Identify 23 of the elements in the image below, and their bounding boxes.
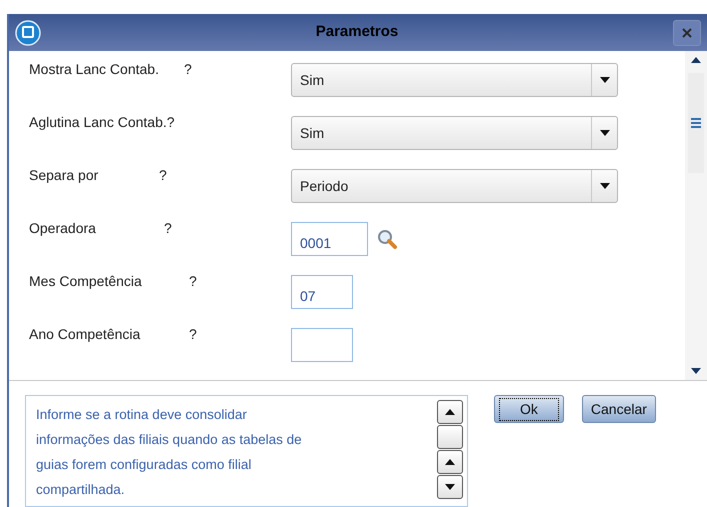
help-mark: ? <box>189 272 197 292</box>
help-mark: ? <box>159 166 167 186</box>
dropdown[interactable]: Sim <box>291 63 618 98</box>
window-title: Parametros <box>314 22 400 42</box>
dropdown[interactable]: Periodo <box>291 169 618 204</box>
help-text: Informe se a rotina deve consolidar informações das filiais quando as tabelas de guias forem configuradas como filial compartilhada. <box>35 406 303 499</box>
help-mark: ? <box>164 219 172 238</box>
dialog-button[interactable]: Cancelar <box>582 395 656 423</box>
field-label: Ano Competência <box>29 326 140 342</box>
dropdown-value: Sim <box>299 70 326 90</box>
field-label: Mes Competência <box>29 273 142 290</box>
dropdown-value: Periodo <box>299 176 350 196</box>
field-label: Separa por <box>29 167 98 184</box>
dialog-button[interactable]: Ok <box>494 395 564 423</box>
field-label: Aglutina Lanc Contab.? <box>29 114 175 130</box>
dropdown[interactable]: Sim <box>291 116 618 150</box>
field-label: Operadora <box>29 220 96 236</box>
help-mark: ? <box>189 325 197 344</box>
input-field[interactable]: 0001 <box>291 222 368 256</box>
dropdown-value: Sim <box>299 124 326 143</box>
input-field[interactable]: 07 <box>291 275 353 310</box>
field-label: Mostra Lanc Contab. <box>29 61 159 78</box>
help-mark: ? <box>184 60 192 80</box>
